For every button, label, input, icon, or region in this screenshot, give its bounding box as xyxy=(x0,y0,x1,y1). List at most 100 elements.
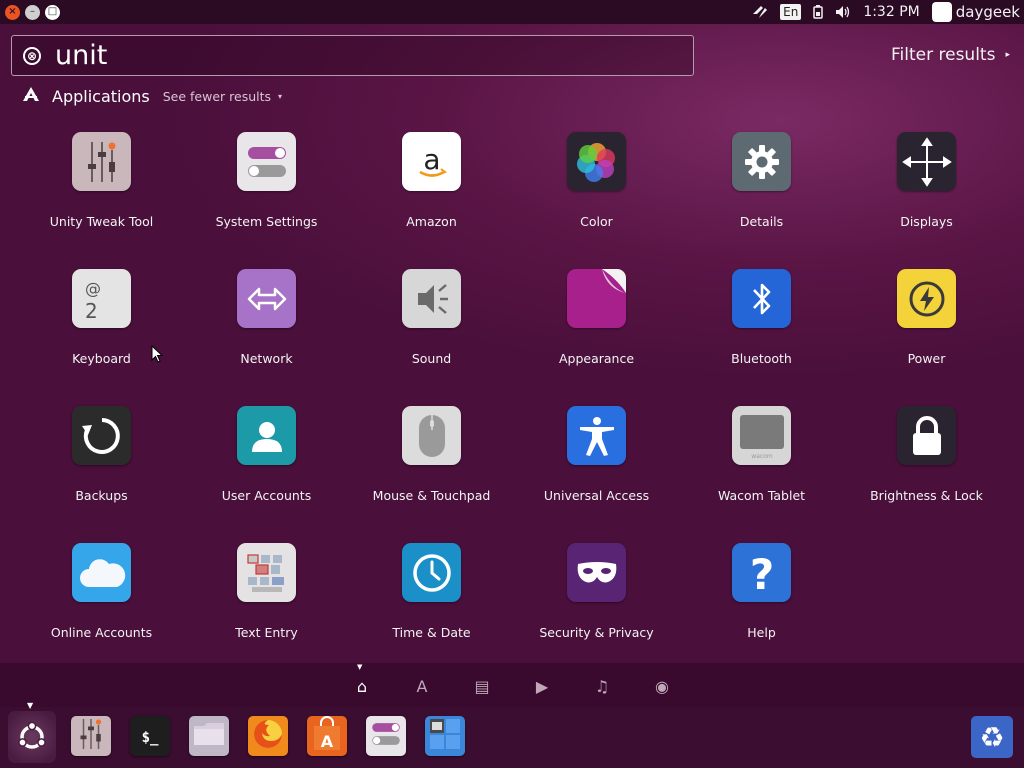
top-panel: × – □ En 1:32 PM daygeek xyxy=(0,0,1024,24)
user-menu[interactable]: daygeek xyxy=(931,2,1020,22)
indicator-area: En 1:32 PM daygeek xyxy=(740,0,1020,24)
terminal-icon: $_ xyxy=(141,729,159,746)
app-label: Network xyxy=(240,351,293,366)
svg-text:@: @ xyxy=(85,279,101,298)
battery-icon[interactable] xyxy=(813,5,824,19)
app-tile[interactable]: Backups xyxy=(19,406,184,526)
svg-text:a: a xyxy=(423,143,440,176)
transfer-icon[interactable] xyxy=(752,5,768,19)
keyboard-keys-icon: @2 xyxy=(72,269,131,328)
amazon-icon: a xyxy=(402,132,461,191)
app-label: Time & Date xyxy=(392,625,471,640)
applications-lens-icon[interactable]: A xyxy=(412,676,432,696)
workspace-switcher-launcher[interactable] xyxy=(425,716,465,756)
app-label: Universal Access xyxy=(543,488,650,503)
chevron-down-icon: ▾ xyxy=(278,91,283,101)
app-tile[interactable]: Bluetooth xyxy=(679,269,844,389)
app-tile[interactable]: @2 Keyboard xyxy=(19,269,184,389)
app-label: Security & Privacy xyxy=(539,625,654,640)
app-tile[interactable]: Color xyxy=(514,132,679,252)
trash-button[interactable]: ♻ xyxy=(971,716,1013,758)
svg-text:?: ? xyxy=(749,551,773,595)
home-lens-icon[interactable]: ⌂ xyxy=(352,676,372,696)
applications-category-header: Applications See fewer results ▾ xyxy=(22,85,282,107)
ubuntu-logo-icon xyxy=(18,721,46,749)
svg-text:2: 2 xyxy=(85,299,98,323)
system-settings-launcher[interactable] xyxy=(366,716,406,756)
photos-lens-icon[interactable]: ◉ xyxy=(652,676,672,696)
app-tile[interactable]: Online Accounts xyxy=(19,543,184,663)
app-tile[interactable]: Time & Date xyxy=(349,543,514,663)
app-tile[interactable]: Brightness & Lock xyxy=(844,406,1009,526)
files-launcher[interactable] xyxy=(189,716,229,756)
close-button[interactable]: × xyxy=(5,4,20,20)
firefox-launcher[interactable] xyxy=(248,716,288,756)
app-tile[interactable]: Network xyxy=(184,269,349,389)
app-tile[interactable]: Security & Privacy xyxy=(514,543,679,663)
app-label: Amazon xyxy=(406,214,457,229)
see-fewer-label: See fewer results xyxy=(162,88,272,104)
network-arrows-icon xyxy=(237,269,296,328)
video-lens-icon[interactable]: ▶ xyxy=(532,676,552,696)
user-icon xyxy=(237,406,296,465)
app-tile[interactable]: User Accounts xyxy=(184,406,349,526)
app-tile[interactable]: System Settings xyxy=(184,132,349,252)
bluetooth-icon xyxy=(732,269,791,328)
minimize-button[interactable]: – xyxy=(25,4,40,20)
accessibility-icon xyxy=(567,406,626,465)
app-tile[interactable]: ? Help xyxy=(679,543,844,663)
app-tile[interactable]: Displays xyxy=(844,132,1009,252)
lens-bar: ▼ ⌂ A ▤ ▶ ♫ ◉ xyxy=(0,663,1024,707)
clear-search-icon[interactable]: ⊗ xyxy=(23,46,41,65)
volume-icon[interactable] xyxy=(835,5,851,19)
maximize-button[interactable]: □ xyxy=(45,4,60,20)
dash-home-button[interactable] xyxy=(8,711,56,763)
launcher-indicator-arrow: ▼ xyxy=(27,701,34,710)
launcher-dock: ▼ $_ A ♻ xyxy=(0,701,1024,768)
color-wheel-icon xyxy=(567,132,626,191)
app-label: Bluetooth xyxy=(731,351,792,366)
clock[interactable]: 1:32 PM xyxy=(863,4,919,20)
software-center-launcher[interactable]: A xyxy=(307,716,347,756)
question-icon: ? xyxy=(732,543,791,602)
app-tile[interactable]: Text Entry xyxy=(184,543,349,663)
app-tile[interactable]: Universal Access xyxy=(514,406,679,526)
app-tile[interactable]: Mouse & Touchpad xyxy=(349,406,514,526)
app-tile[interactable]: Unity Tweak Tool xyxy=(19,132,184,252)
app-label: Brightness & Lock xyxy=(870,488,983,503)
keyboard-layout-indicator[interactable]: En xyxy=(780,4,802,20)
avatar xyxy=(931,2,952,22)
see-fewer-results-button[interactable]: See fewer results ▾ xyxy=(163,89,282,104)
svg-text:A: A xyxy=(321,732,334,751)
window-controls: × – □ xyxy=(5,4,60,20)
sliders-icon xyxy=(76,717,106,755)
terminal-launcher[interactable]: $_ xyxy=(130,716,170,756)
app-label: Help xyxy=(747,625,776,640)
cloud-icon xyxy=(72,543,131,602)
workspaces-icon xyxy=(428,717,462,755)
music-lens-icon[interactable]: ♫ xyxy=(592,676,612,696)
unity-tweak-tool-launcher[interactable] xyxy=(71,716,111,756)
app-label: Wacom Tablet xyxy=(717,488,806,503)
applications-category-icon xyxy=(22,86,42,106)
speaker-icon xyxy=(402,269,461,328)
toggle-switches-icon xyxy=(237,132,296,191)
app-tile[interactable]: Details xyxy=(679,132,844,252)
display-arrows-icon xyxy=(897,132,956,191)
files-lens-icon[interactable]: ▤ xyxy=(472,676,492,696)
search-input[interactable] xyxy=(55,38,615,73)
app-tile[interactable]: wacom Wacom Tablet xyxy=(679,406,844,526)
app-tile[interactable]: Appearance xyxy=(514,269,679,389)
app-results-grid: Unity Tweak Tool System Settings a Amazon Co… xyxy=(19,132,1009,652)
app-label: Color xyxy=(580,214,613,229)
app-label: Keyboard xyxy=(72,351,131,366)
app-tile[interactable]: Power xyxy=(844,269,1009,389)
app-label: User Accounts xyxy=(221,488,312,503)
app-tile[interactable]: Sound xyxy=(349,269,514,389)
app-label: Displays xyxy=(900,214,953,229)
filter-results-button[interactable]: Filter results ▸ xyxy=(891,45,1010,65)
lock-icon xyxy=(897,406,956,465)
app-label: Power xyxy=(907,351,946,366)
mouse-cursor-icon xyxy=(151,345,163,363)
app-tile[interactable]: a Amazon xyxy=(349,132,514,252)
